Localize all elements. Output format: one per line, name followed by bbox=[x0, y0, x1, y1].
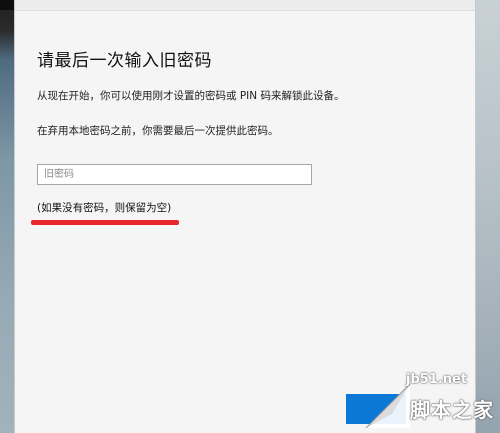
site-watermark: jb51.net 脚本之家 bbox=[362, 372, 494, 430]
desktop-background-right bbox=[474, 0, 500, 433]
taskbar-sliver bbox=[0, 0, 14, 10]
watermark-site-url: jb51.net bbox=[406, 372, 468, 387]
dialog-title: 请最后一次输入旧密码 bbox=[37, 51, 212, 71]
red-underline-annotation bbox=[31, 220, 179, 225]
empty-password-hint: (如果没有密码，则保留为空) bbox=[37, 202, 172, 214]
watermark-site-name: 脚本之家 bbox=[410, 398, 494, 422]
desktop-background-left bbox=[0, 0, 14, 433]
old-password-input[interactable] bbox=[37, 164, 312, 185]
dialog-description-unlock: 从现在开始，你可以使用刚才设置的密码或 PIN 码来解锁此设备。 bbox=[37, 90, 345, 102]
dialog-top-bar bbox=[15, 0, 475, 11]
dialog-description-provide-password: 在弃用本地密码之前，你需要最后一次提供此密码。 bbox=[37, 125, 279, 137]
watermark-page-curl-icon bbox=[365, 384, 410, 428]
change-password-dialog: 请最后一次输入旧密码 从现在开始，你可以使用刚才设置的密码或 PIN 码来解锁此… bbox=[14, 0, 476, 433]
